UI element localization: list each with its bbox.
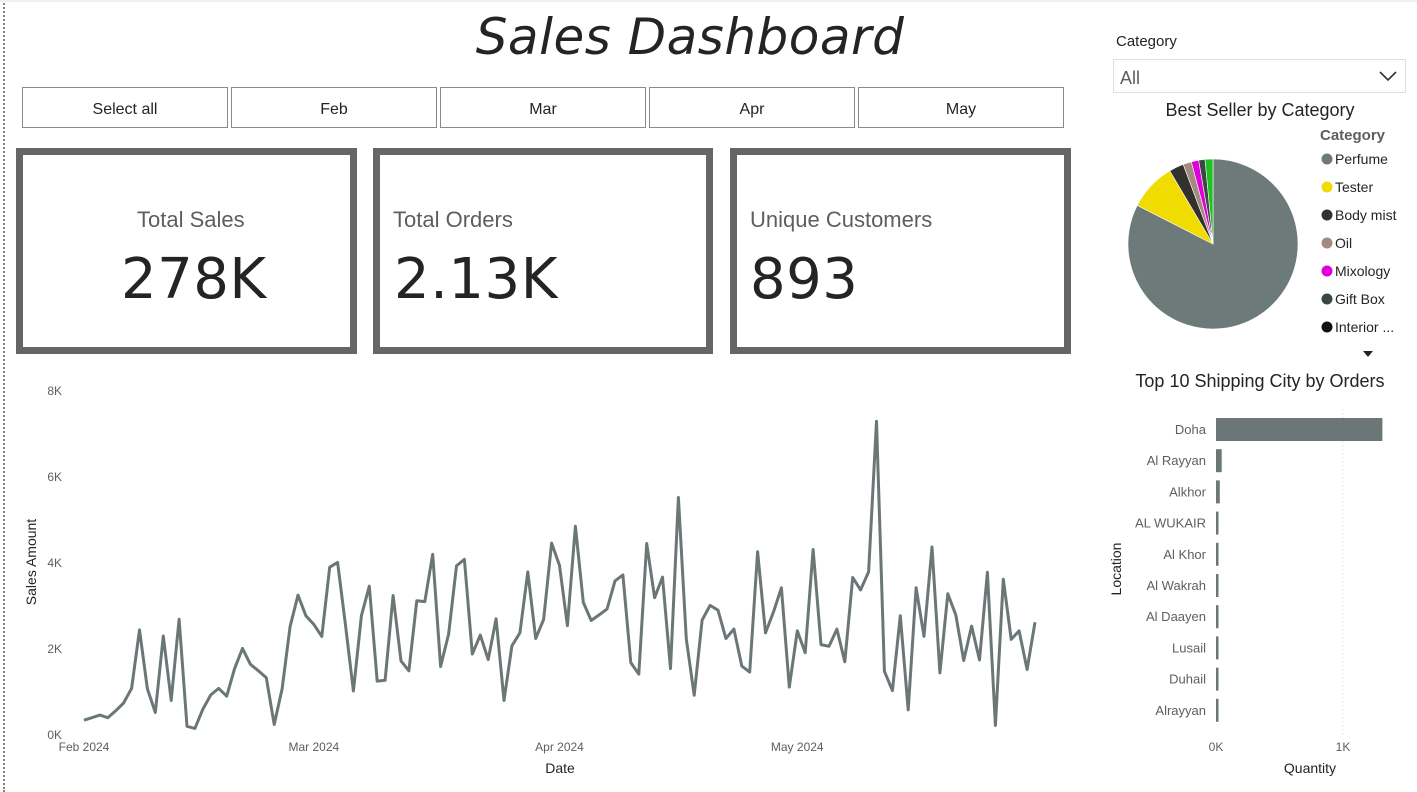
bar-al-khor[interactable] (1216, 542, 1219, 566)
legend-item[interactable]: Tester (1321, 179, 1374, 195)
legend-marker-icon (1321, 265, 1333, 277)
sales-line-chart[interactable]: Sales Amount Date 0K2K4K6K8K Feb 2024 Mar… (0, 370, 1080, 785)
chevron-down-icon[interactable] (1377, 66, 1399, 90)
y-tick-label: 8K (47, 384, 62, 398)
bar-al-rayyan[interactable] (1216, 449, 1222, 473)
shipping-city-bar-chart[interactable]: Location Quantity 0K 1K Doha Al Rayyan Alkh… (1100, 395, 1417, 792)
slicer-may-button[interactable]: May (858, 87, 1064, 128)
total-sales-card: Total Sales 278K (16, 148, 357, 354)
pie-chart-title: Best Seller by Category (1165, 100, 1355, 120)
slicer-select-all-button[interactable]: Select all (22, 87, 228, 128)
legend-item[interactable]: Perfume (1321, 151, 1389, 167)
legend-label: Interior ... (1335, 319, 1394, 335)
y-tick-label: 2K (47, 642, 62, 656)
card-label: Total Sales (137, 207, 245, 232)
legend-marker-icon (1321, 181, 1333, 193)
slicer-mar-button[interactable]: Mar (440, 87, 646, 128)
bar-category-label: Al Khor (1163, 547, 1206, 562)
legend-label: Tester (1335, 179, 1373, 195)
x-tick-label: 1K (1336, 740, 1351, 754)
bar-doha[interactable] (1216, 418, 1383, 441)
legend-marker-icon (1321, 209, 1333, 221)
legend-item[interactable]: Interior ... (1321, 319, 1395, 335)
bar-lusail[interactable] (1216, 636, 1219, 660)
bar-category-label: Alkhor (1169, 484, 1207, 499)
legend-label: Perfume (1335, 151, 1388, 167)
legend-marker-icon (1321, 293, 1333, 305)
x-tick-label: Apr 2024 (535, 740, 584, 754)
sales-line (83, 419, 1037, 730)
x-axis-label: Date (545, 760, 575, 776)
bar-category-label: Lusail (1172, 640, 1206, 655)
bar-al-wakrah[interactable] (1216, 574, 1219, 597)
legend-item[interactable]: Oil (1321, 235, 1353, 251)
bar-al-daayen[interactable] (1216, 605, 1219, 629)
card-value: 893 (750, 247, 859, 312)
legend-label: Mixology (1335, 263, 1390, 279)
bar-category-label: Doha (1175, 422, 1207, 437)
legend-title: Category (1320, 127, 1386, 144)
x-tick-label: May 2024 (771, 740, 824, 754)
legend-label: Body mist (1335, 207, 1397, 223)
legend-scroll-down-icon[interactable] (1363, 351, 1373, 357)
legend-item[interactable]: Gift Box (1321, 291, 1385, 307)
category-dropdown-value: All (1120, 68, 1141, 88)
bar-al-wukair[interactable] (1216, 511, 1219, 535)
slicer-feb-button[interactable]: Feb (231, 87, 437, 128)
card-label: Unique Customers (750, 207, 933, 232)
bar-category-label: Al Wakrah (1147, 578, 1206, 593)
bar-alrayyan[interactable] (1216, 698, 1219, 722)
bar-alkhor[interactable] (1216, 480, 1220, 504)
bar-category-label: Duhail (1169, 672, 1206, 687)
y-tick-label: 4K (47, 556, 62, 570)
unique-customers-card: Unique Customers 893 (730, 148, 1071, 354)
legend-item[interactable]: Body mist (1321, 207, 1397, 223)
category-pie-chart[interactable]: Category Perfume Tester Body mist Oil Mixolo… (1110, 124, 1417, 364)
card-value: 2.13K (394, 247, 558, 312)
y-axis-label: Location (1108, 543, 1124, 596)
slicer-apr-button[interactable]: Apr (649, 87, 855, 128)
bar-chart-title: Top 10 Shipping City by Orders (1135, 371, 1385, 391)
card-value: 278K (121, 247, 267, 312)
x-tick-label: Mar 2024 (288, 740, 339, 754)
legend-label: Gift Box (1335, 291, 1385, 307)
legend-label: Oil (1335, 235, 1352, 251)
bar-duhail[interactable] (1216, 667, 1219, 691)
category-dropdown[interactable]: All (1113, 59, 1406, 93)
y-axis-label: Sales Amount (23, 519, 39, 605)
bar-category-label: Al Daayen (1146, 609, 1206, 624)
legend-marker-icon (1321, 237, 1333, 249)
y-tick-label: 6K (47, 470, 62, 484)
legend-marker-icon (1321, 153, 1333, 165)
x-tick-label: 0K (1209, 740, 1224, 754)
x-tick-label: Feb 2024 (59, 740, 110, 754)
legend-marker-icon (1321, 321, 1333, 333)
bar-category-label: AL WUKAIR (1135, 516, 1206, 531)
x-axis-label: Quantity (1284, 760, 1336, 776)
page-title: Sales Dashboard (475, 8, 905, 66)
total-orders-card: Total Orders 2.13K (373, 148, 713, 354)
card-label: Total Orders (393, 207, 513, 232)
category-filter-label: Category (1116, 33, 1177, 50)
legend-item[interactable]: Mixology (1321, 263, 1391, 279)
bar-category-label: Al Rayyan (1147, 453, 1206, 468)
bar-category-label: Alrayyan (1155, 703, 1206, 718)
top-divider (0, 0, 1417, 2)
